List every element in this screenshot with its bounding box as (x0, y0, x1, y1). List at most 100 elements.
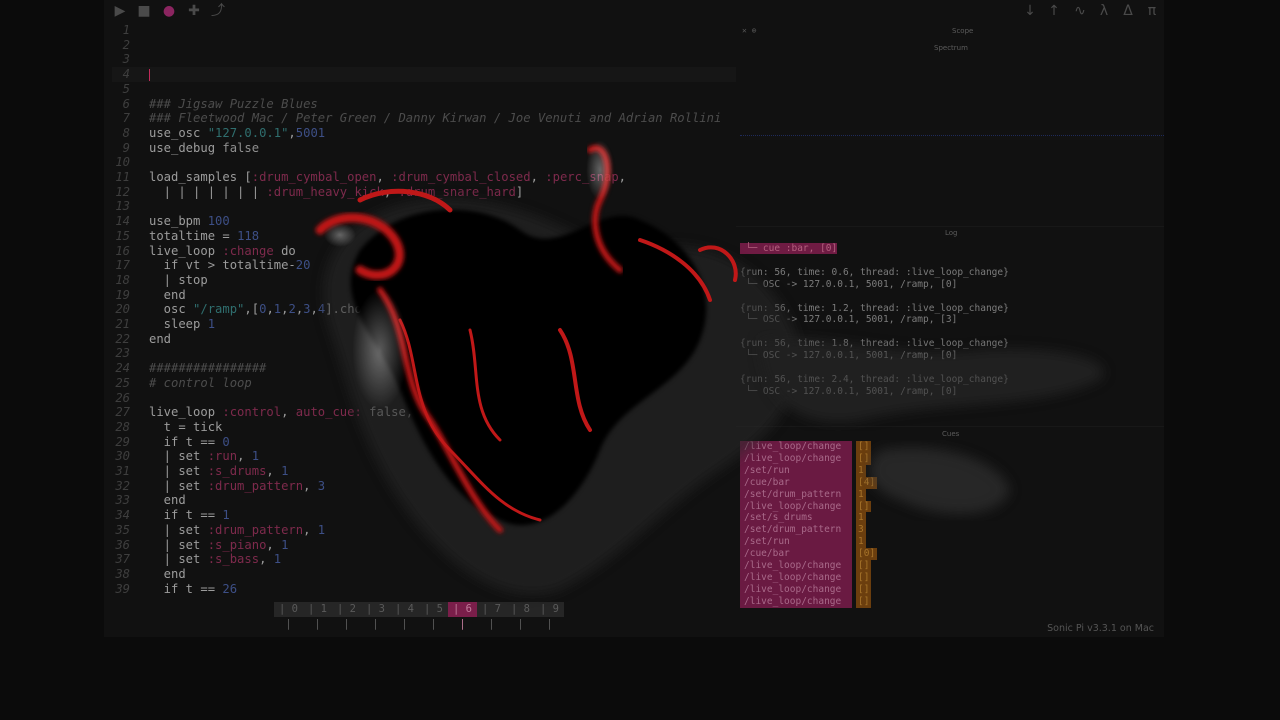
line-number: 20 (115, 302, 130, 317)
code-line[interactable]: 13 (112, 199, 736, 214)
code-line[interactable]: 28 t = tick (112, 420, 736, 435)
pi-icon[interactable]: π (1142, 2, 1162, 20)
code-token: 118 (237, 228, 260, 243)
code-line[interactable]: 16 live_loop :change do (112, 244, 736, 259)
code-line[interactable]: 23 (112, 346, 736, 361)
code-token: osc (149, 302, 194, 317)
code-token: :perc_snap (545, 170, 619, 184)
line-number: 1 (122, 23, 130, 37)
buffer-tab-6[interactable]: | 6 | (448, 602, 477, 630)
code-line[interactable]: 30 | set :run, 1 (112, 449, 736, 464)
buffer-tab-3[interactable]: | 3 | (361, 602, 390, 630)
delta-icon[interactable]: Δ (1118, 2, 1138, 20)
code-line[interactable]: 25 # control loop (112, 376, 736, 391)
code-line[interactable]: 1 (112, 23, 736, 38)
code-line[interactable]: 37 | set :s_bass, 1 (112, 552, 736, 567)
run-icon[interactable]: ▶ (110, 2, 130, 20)
code-line[interactable]: 39 if t == 26 (112, 582, 736, 596)
cue-value: [] (856, 571, 872, 584)
code-line[interactable]: 15 totaltime = 118 (112, 229, 736, 244)
code-line[interactable]: 35 | set :drum_pattern, 1 (112, 523, 736, 538)
code-token: 1 (281, 537, 289, 552)
code-token: | stop (149, 272, 208, 287)
cue-row: /cue/bar [4] (740, 476, 878, 489)
line-number: 29 (115, 434, 130, 449)
code-line[interactable]: 29 if t == 0 (112, 435, 736, 450)
code-line[interactable]: 9 use_debug false (112, 141, 736, 156)
code-line[interactable]: 32 | set :drum_pattern, 3 (112, 479, 736, 494)
code-token: 3 (303, 302, 311, 317)
buffer-tab-0[interactable]: | 0 | (274, 602, 303, 630)
arrow-up-icon[interactable]: ↑ (1044, 2, 1064, 20)
code-line[interactable]: 21 sleep 1 (112, 317, 736, 332)
code-line[interactable]: 20 osc "/ramp",[0,1,2,3,4].choose (112, 302, 736, 317)
lambda-icon[interactable]: λ (1094, 2, 1114, 20)
code-line[interactable]: 27 live_loop :control, auto_cue: false, d… (112, 405, 736, 420)
buffer-tab-2[interactable]: | 2 | (332, 602, 361, 630)
code-token: , (237, 449, 252, 464)
code-token: 1 (222, 508, 230, 523)
code-editor[interactable]: 1 2 3 4 5 6 ### Jigsaw Puzzle Blues 7 ### Fleetw… (112, 22, 736, 596)
code-line[interactable]: 33 end (112, 493, 736, 508)
code-line[interactable]: 14 use_bpm 100 (112, 214, 736, 229)
code-line[interactable]: 11 load_samples [:drum_cymbal_open, :drum… (112, 170, 736, 185)
code-token: :drum_pattern (207, 478, 304, 493)
code-line[interactable]: 10 (112, 155, 736, 170)
line-number: 39 (115, 581, 130, 596)
line-number: 36 (115, 537, 130, 552)
undo-icon[interactable]: ⤴ (208, 2, 228, 20)
line-number: 31 (115, 464, 130, 478)
code-line[interactable]: 24 ################ (112, 361, 736, 376)
code-line[interactable]: 8 use_osc "127.0.0.1",5001 (112, 126, 736, 141)
cue-path: /live_loop/change (740, 571, 852, 584)
stop-icon[interactable]: ■ (134, 2, 154, 20)
code-line[interactable]: 18 | stop (112, 273, 736, 288)
code-line[interactable]: 5 (112, 82, 736, 97)
log-line: {run: 56, time: 1.8, thread: :live_loop_… (740, 338, 1009, 350)
log-line: {run: 56, time: 2.4, thread: :live_loop_… (740, 373, 1009, 385)
code-token: | | | | | | | (149, 184, 267, 199)
code-line[interactable]: 34 if t == 1 (112, 508, 736, 523)
cue-row: /live_loop/change [] (740, 595, 872, 608)
code-line[interactable]: 3 (112, 52, 736, 67)
arrow-down-icon[interactable]: ↓ (1020, 2, 1040, 20)
code-token: ### Jigsaw Puzzle Blues (149, 96, 318, 111)
line-number: 24 (115, 361, 130, 376)
code-token: ,[ (244, 302, 260, 317)
buffer-tab-9[interactable]: | 9 | (535, 602, 564, 630)
buffer-tab-1[interactable]: | 1 | (303, 602, 332, 630)
log-panel[interactable]: Log └─ cue :bar, [0] {run: 56, time: 0.6,… (736, 226, 1164, 422)
code-line[interactable]: 2 (112, 38, 736, 53)
cue-row: /set/drum_pattern 1 (740, 488, 866, 501)
code-token: 3 (317, 478, 326, 493)
right-panel: ✕ ⊕ Scope Spectrum Log └─ cue :bar, [0] {… (736, 22, 1164, 618)
new-buffer-icon[interactable]: ✚ (184, 2, 204, 20)
code-line[interactable]: 22 end (112, 332, 736, 347)
code-line[interactable]: 12 | | | | | | | :drum_heavy_kick, :drum… (112, 185, 736, 200)
code-token: , (405, 405, 421, 420)
buffer-tab-7[interactable]: | 7 | (477, 602, 506, 630)
code-token: use_debug (149, 140, 223, 155)
code-token: 5001 (295, 125, 326, 140)
code-token: auto_cue: (295, 405, 362, 420)
code-line[interactable]: 38 end (112, 567, 736, 582)
line-number: 11 (115, 170, 130, 184)
line-number: 6 (122, 96, 130, 111)
code-line[interactable]: 7 ### Fleetwood Mac / Peter Green / Danny… (112, 111, 736, 126)
code-line[interactable]: 6 ### Jigsaw Puzzle Blues (112, 97, 736, 112)
code-line[interactable]: 4 (112, 67, 736, 82)
scope-window-controls[interactable]: ✕ ⊕ (742, 26, 756, 35)
buffer-tab-8[interactable]: | 8 | (506, 602, 535, 630)
scope-icon[interactable]: ∿ (1070, 2, 1090, 20)
record-icon[interactable]: ● (159, 2, 179, 20)
code-line[interactable]: 17 if vt > totaltime-20 (112, 258, 736, 273)
cues-panel[interactable]: Cues /live_loop/change[]/live_loop/chang… (736, 426, 1164, 618)
code-line[interactable]: 31 | set :s_drums, 1 (112, 464, 736, 479)
cue-value: 1 (856, 536, 866, 549)
buffer-tab-5[interactable]: | 5 | (419, 602, 448, 630)
code-line[interactable]: 36 | set :s_piano, 1 (112, 538, 736, 553)
code-line[interactable]: 26 (112, 391, 736, 406)
buffer-tab-4[interactable]: | 4 | (390, 602, 419, 630)
code-token: ] (515, 184, 524, 199)
code-line[interactable]: 19 end (112, 288, 736, 303)
